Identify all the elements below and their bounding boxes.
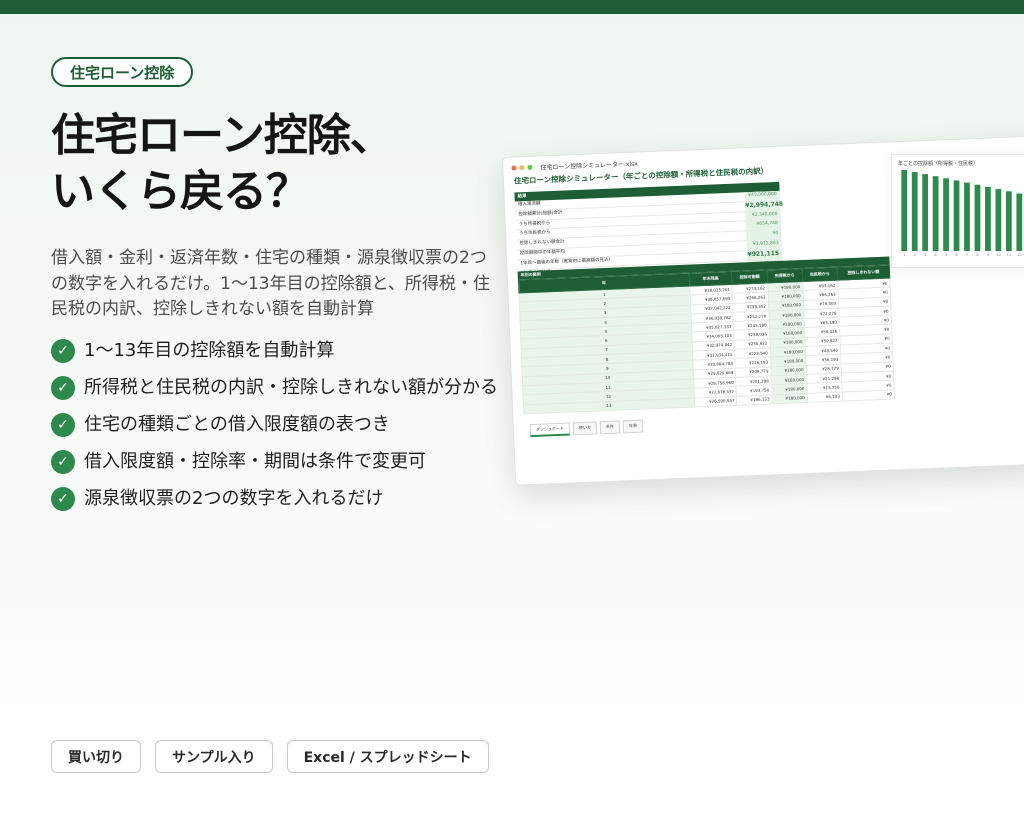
summary-value: ¥921,115	[746, 249, 783, 260]
sheet-tab-table[interactable]: 年表	[622, 419, 644, 434]
maximize-dot-icon	[527, 164, 533, 170]
chart-tick-label: 1	[903, 253, 905, 257]
chart-bar	[932, 176, 939, 251]
chart-bar	[911, 172, 918, 251]
summary-value: ¥45,000,000	[744, 190, 780, 202]
chart-bar	[974, 184, 981, 251]
title-line-1: 住宅ローン控除、	[51, 110, 394, 161]
summary-value: ¥1,912,863	[746, 239, 782, 251]
deduction-chart-panel: 年ごとの控除額（所得税・住民税） 12345678910111213	[891, 154, 1024, 268]
chart-tick-label: 7	[966, 253, 968, 257]
close-dot-icon	[511, 165, 517, 171]
chart-tick-label: 6	[955, 253, 957, 257]
deduction-bar-chart: 12345678910111213	[901, 170, 1023, 257]
chart-tick-label: 5	[945, 253, 947, 257]
sheet-tab-dashboard[interactable]: ダッシュボード	[529, 422, 571, 438]
badge-format: Excel / スプレッドシート	[286, 740, 489, 773]
file-name: 住宅ローン控除シミュレーター.xlsx	[540, 160, 638, 172]
page-title: 住宅ローン控除、 いくら戻る？	[51, 108, 394, 220]
chart-bar	[901, 170, 908, 251]
feature-item: ✓ 借入限度額・控除率・期間は条件で変更可	[51, 449, 501, 474]
value-cell: ¥26,590,547	[693, 395, 738, 407]
title-line-2: いくら戻る？	[51, 166, 310, 217]
summary-value: ¥0	[746, 230, 782, 241]
yearly-table: 年 年末残高 控除可能額 所得税から 住民税から 控除しきれない額 1 ¥38,0…	[518, 265, 895, 415]
feature-item: ✓ 1〜13年目の控除額を自動計算	[51, 338, 501, 363]
summary-value: ¥2,994,748	[745, 200, 784, 211]
chart-bar	[964, 182, 970, 251]
badge-one-time-purchase: 買い切り	[51, 740, 141, 773]
check-circle-icon: ✓	[51, 450, 75, 474]
chart-tick-label: 11	[1007, 253, 1011, 257]
badge-row: 買い切り サンプル入り Excel / スプレッドシート	[51, 740, 489, 773]
value-cell: ¥6,133	[807, 391, 843, 403]
sheet-tab-conditions[interactable]: 条件	[599, 420, 621, 435]
chart-tick-label: 8	[976, 253, 978, 257]
feature-text: 所得税と住民税の内訳・控除しきれない額が分かる	[84, 377, 498, 398]
summary-value: ¥654,748	[745, 220, 782, 231]
check-circle-icon: ✓	[51, 376, 75, 400]
chart-bar	[922, 174, 929, 251]
feature-text: 借入限度額・控除率・期間は条件で変更可	[84, 451, 426, 472]
chart-bar	[1005, 191, 1012, 251]
feature-text: 住宅の種類ごとの借入限度額の表つき	[84, 414, 390, 435]
chart-tick-label: 4	[935, 253, 938, 257]
feature-list: ✓ 1〜13年目の控除額を自動計算 ✓ 所得税と住民税の内訳・控除しきれない額が分か…	[51, 338, 501, 523]
chart-tick-label: 12	[1017, 253, 1021, 257]
description: 借入額・金利・返済年数・住宅の種類・源泉徴収票の2つの数字を入れるだけ。1〜13…	[51, 248, 490, 319]
check-circle-icon: ✓	[51, 487, 75, 511]
value-cell: ¥186,133	[736, 394, 773, 406]
sheet-tab-usage[interactable]: 使い方	[572, 421, 598, 436]
yearly-table-block: 年別の案例 年 年末残高 控除可能額 所得税から 住民税から 控除しきれない額 …	[517, 256, 895, 415]
feature-item: ✓ 所得税と住民税の内訳・控除しきれない額が分かる	[51, 375, 501, 400]
category-tag: 住宅ローン控除	[51, 57, 194, 87]
feature-text: 1〜13年目の控除額を自動計算	[84, 340, 335, 361]
yearly-table-body: 1 ¥38,025,261 ¥273,162 ¥180,000 ¥93,162 ¥0 2 ¥3…	[518, 278, 895, 414]
chart-bar	[995, 189, 1002, 251]
chart-bar	[943, 178, 949, 251]
feature-item: ✓ 源泉徴収票の2つの数字を入れるだけ	[51, 486, 501, 511]
feature-text: 源泉徴収票の2つの数字を入れるだけ	[84, 488, 384, 509]
feature-item: ✓ 住宅の種類ごとの借入限度額の表つき	[51, 412, 501, 437]
badge-sample-included: サンプル入り	[155, 740, 273, 773]
top-accent-bar	[0, 0, 1024, 14]
check-circle-icon: ✓	[51, 339, 75, 363]
minimize-dot-icon	[519, 165, 525, 171]
summary-value: ¥2,340,000	[745, 210, 781, 221]
chart-tick-label: 9	[987, 253, 989, 257]
value-cell: ¥0	[842, 389, 895, 401]
chart-bar	[1016, 193, 1023, 251]
value-cell: ¥180,000	[771, 393, 808, 404]
chart-tick-label: 3	[924, 253, 926, 257]
check-circle-icon: ✓	[51, 413, 75, 437]
chart-tick-label: 2	[914, 253, 916, 257]
sheet-tabs: ダッシュボード 使い方 条件 年表	[529, 419, 644, 438]
chart-bar	[985, 186, 991, 251]
chart-tick-label: 10	[996, 253, 1000, 257]
chart-bar	[953, 180, 960, 251]
